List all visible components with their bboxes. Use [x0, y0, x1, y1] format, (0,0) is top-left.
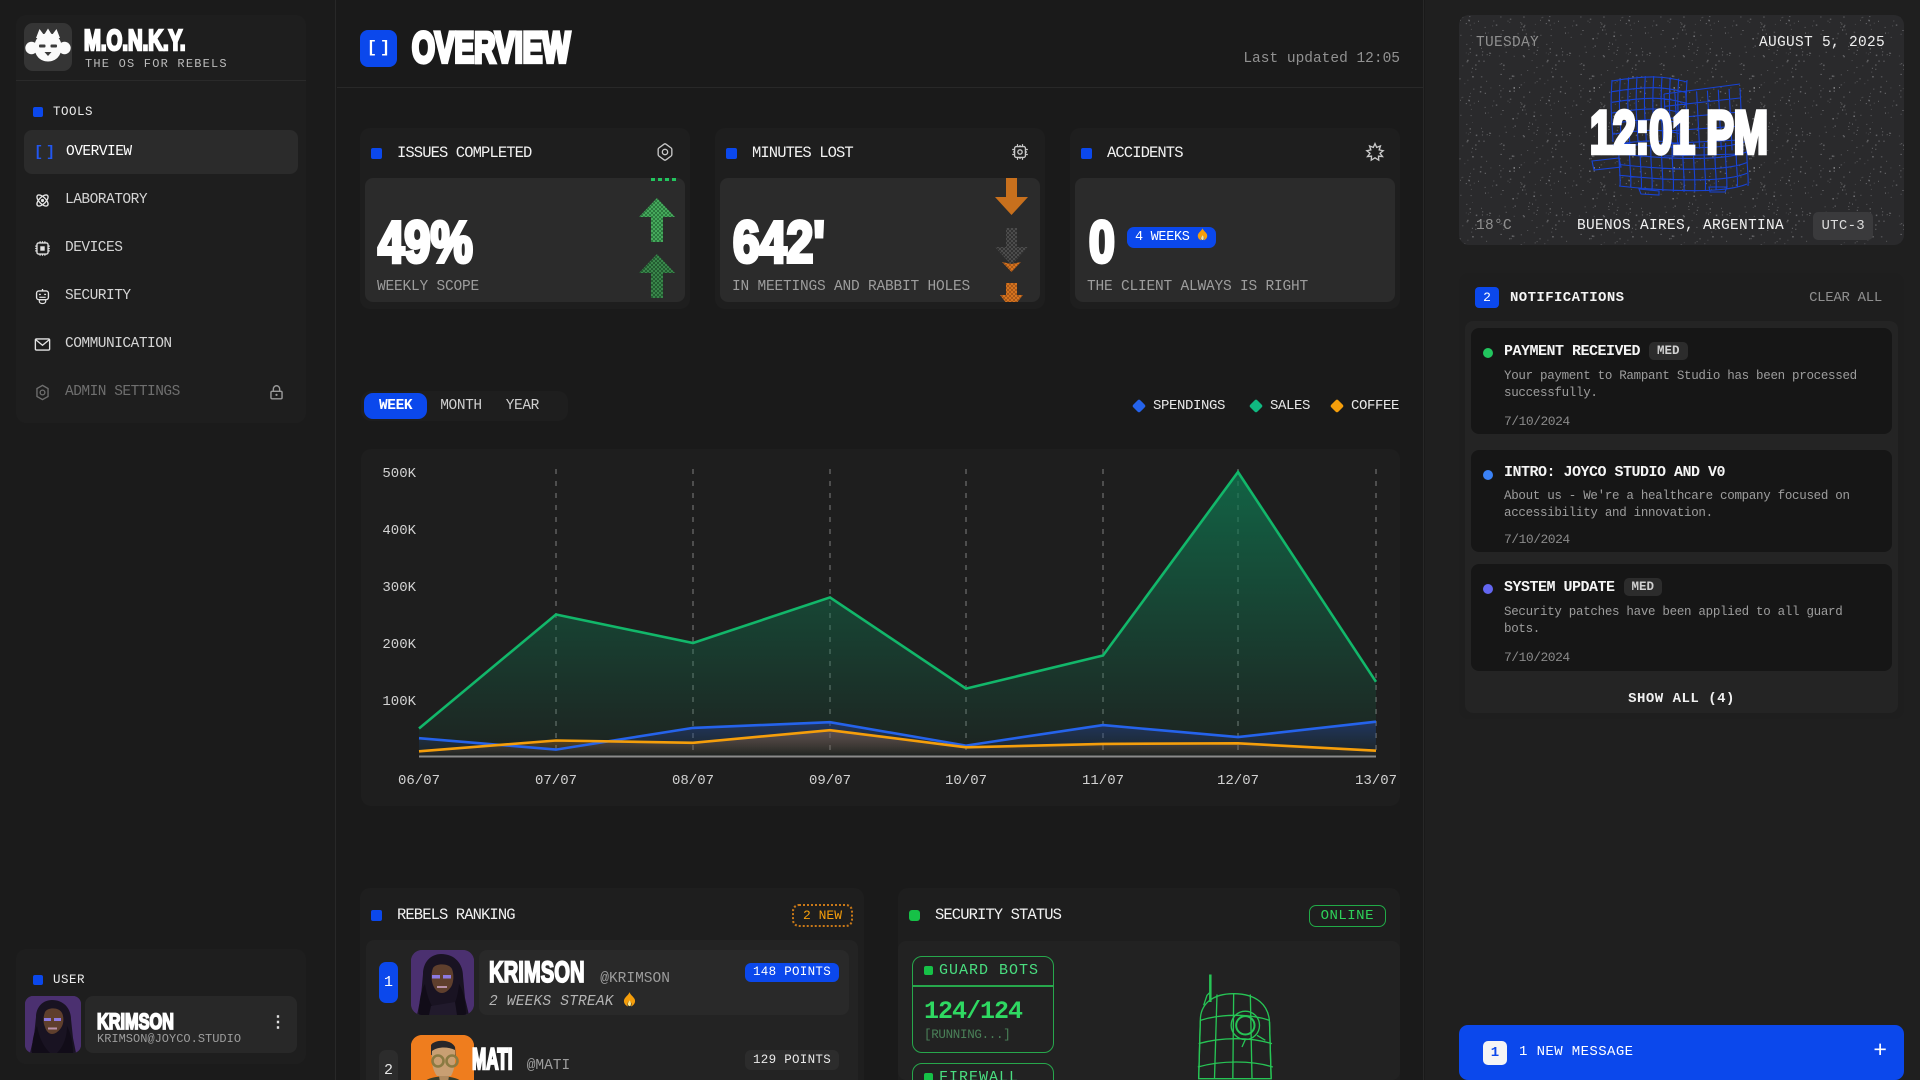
svg-text:300K: 300K — [382, 580, 416, 596]
svg-text:11/07: 11/07 — [1082, 773, 1124, 789]
svg-text:10/07: 10/07 — [945, 773, 987, 789]
svg-text:500K: 500K — [382, 466, 416, 482]
svg-text:12/07: 12/07 — [1217, 773, 1259, 789]
svg-text:200K: 200K — [382, 637, 416, 653]
svg-text:09/07: 09/07 — [809, 773, 851, 789]
svg-text:100K: 100K — [382, 694, 416, 710]
svg-text:400K: 400K — [382, 523, 416, 539]
svg-text:08/07: 08/07 — [672, 773, 714, 789]
svg-text:07/07: 07/07 — [535, 773, 577, 789]
svg-text:13/07: 13/07 — [1355, 773, 1397, 789]
svg-text:06/07: 06/07 — [398, 773, 440, 789]
